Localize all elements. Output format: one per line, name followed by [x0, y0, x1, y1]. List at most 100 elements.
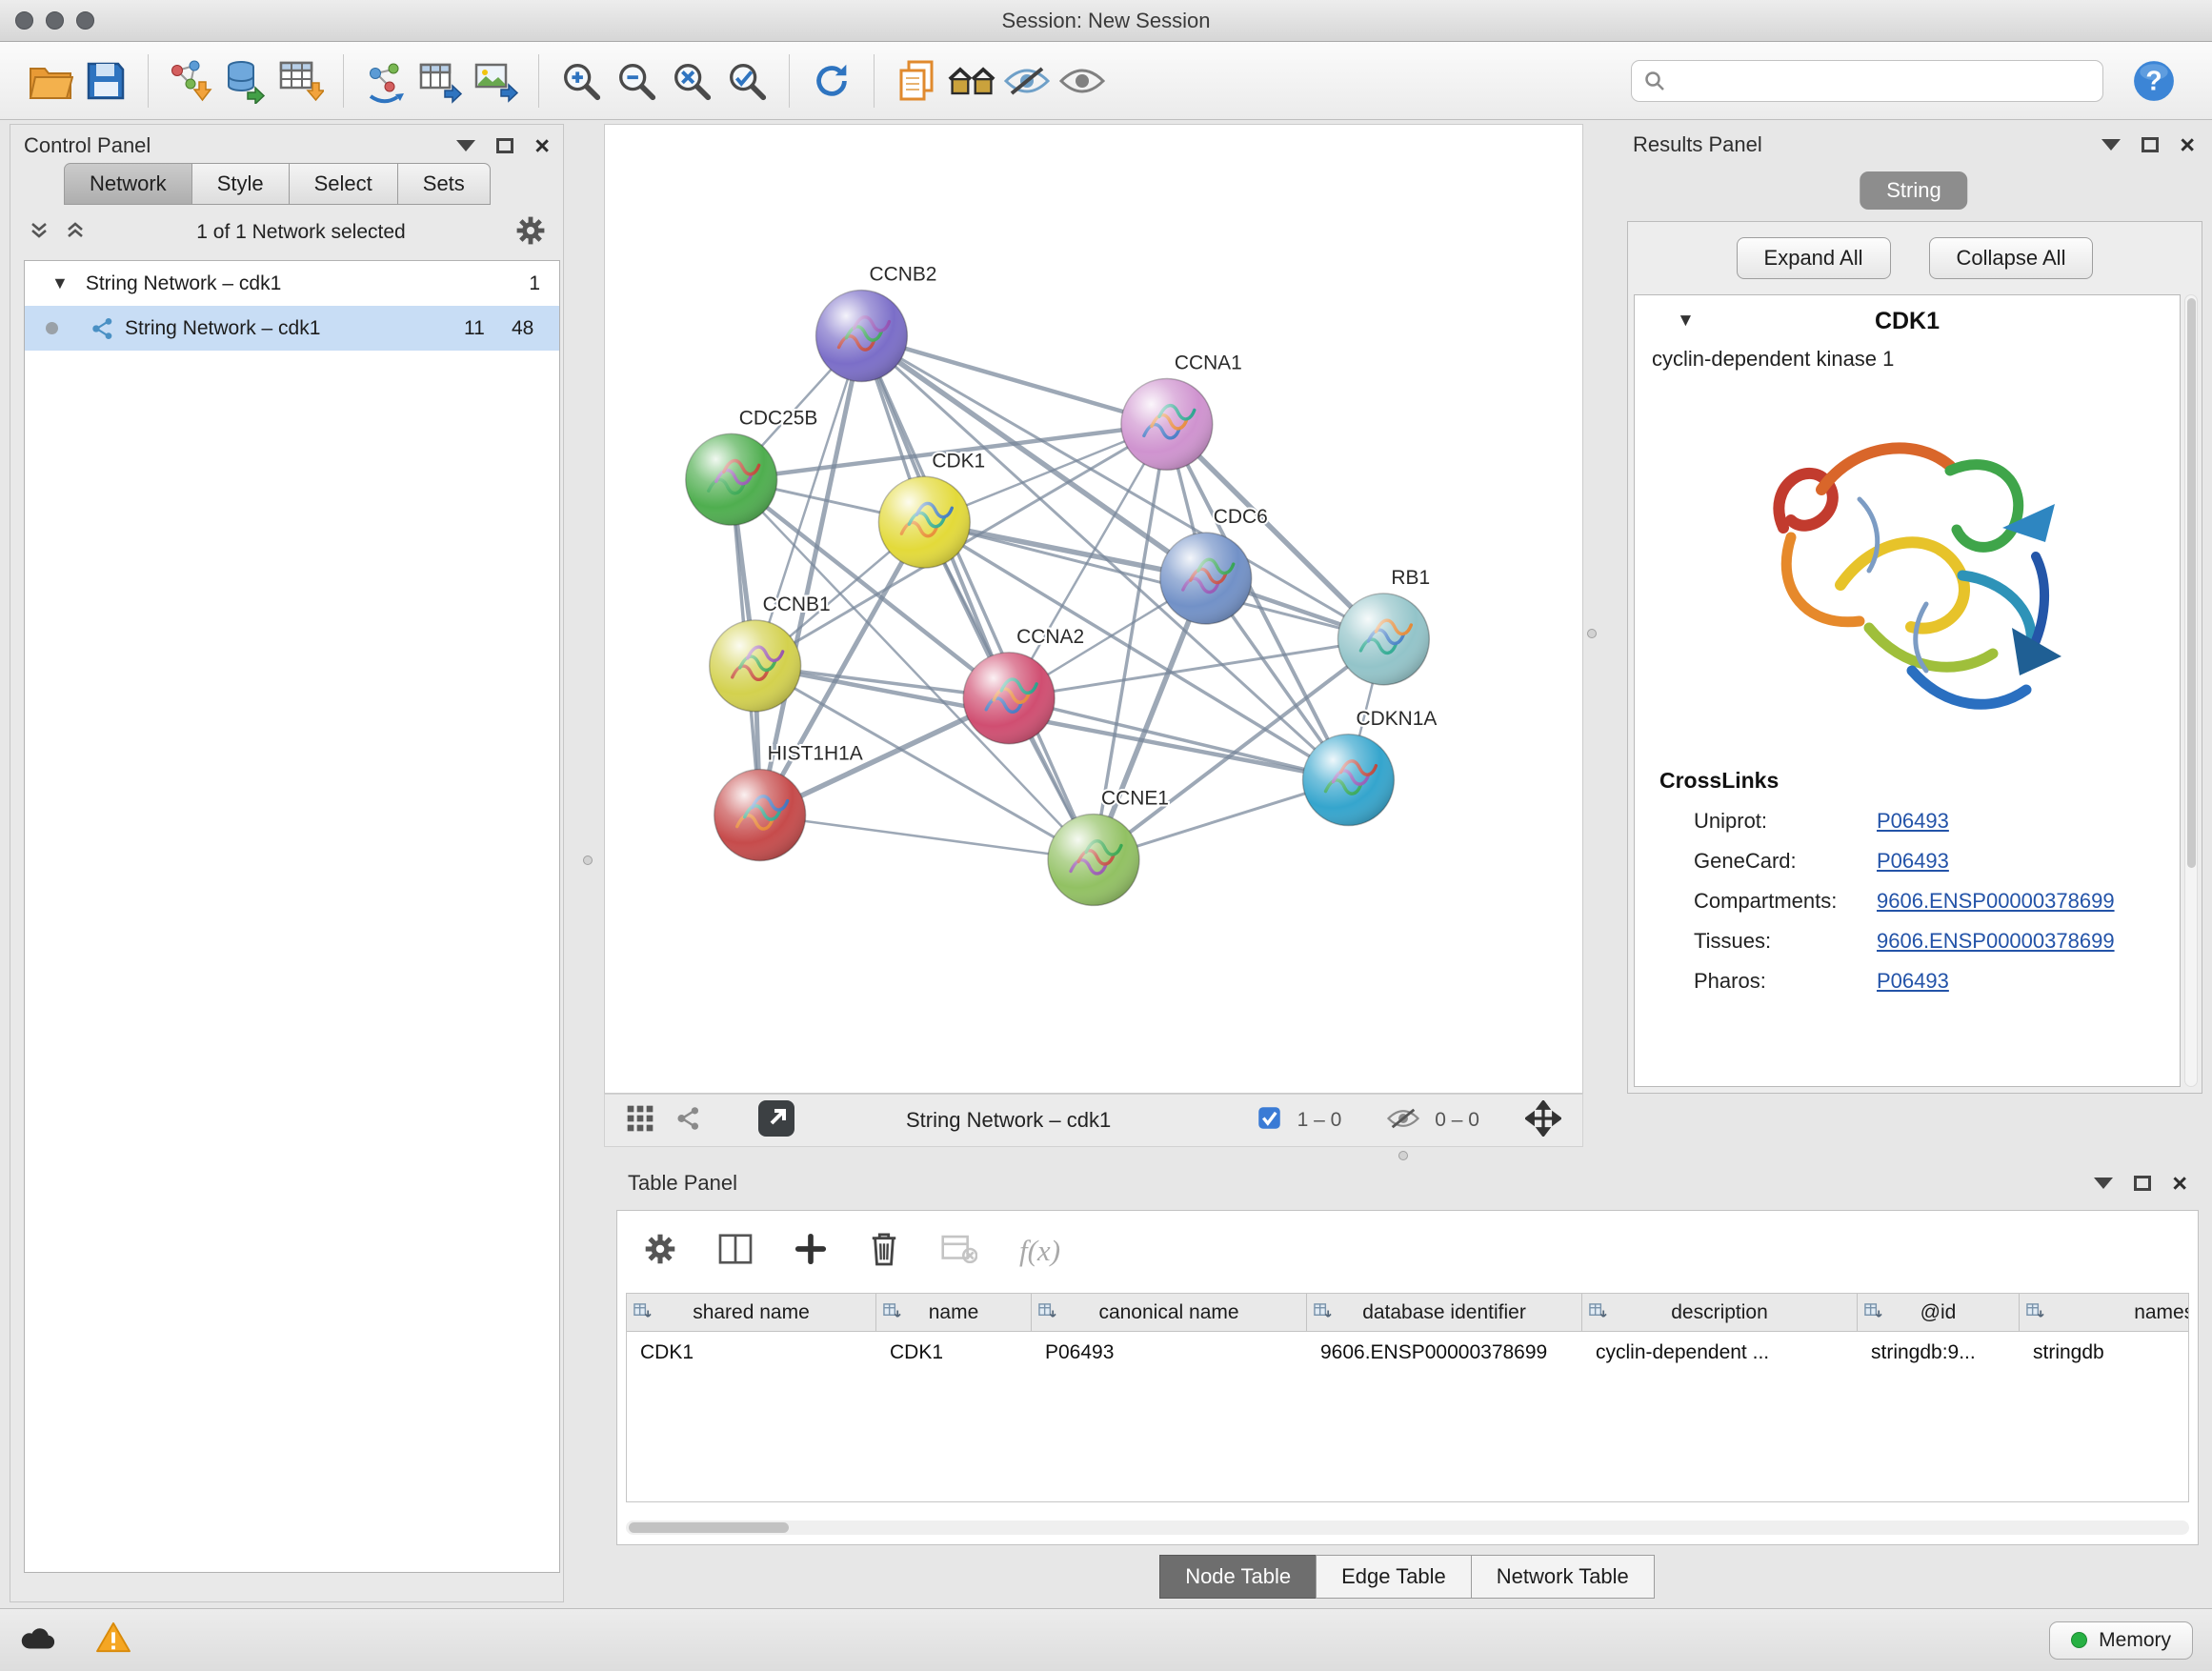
search-box[interactable] — [1631, 60, 2103, 102]
right-splitter-handle[interactable] — [1587, 629, 1597, 638]
help-button[interactable]: ? — [2126, 51, 2182, 111]
entry-collapse-icon[interactable]: ▼ — [1677, 311, 1695, 332]
table-scrollbar-thumb[interactable] — [629, 1522, 789, 1533]
panel-float-icon[interactable] — [2142, 137, 2159, 152]
import-network-file-button[interactable] — [163, 51, 218, 111]
table-cell[interactable]: cyclin-dependent ... — [1582, 1332, 1858, 1374]
node-HIST1H1A[interactable]: HIST1H1A — [714, 743, 863, 861]
node-CDKN1A[interactable]: CDKN1A — [1303, 708, 1438, 826]
table-cell[interactable]: stringdb — [2020, 1332, 2189, 1374]
hide-panels-button[interactable] — [999, 51, 1055, 111]
edge-HIST1H1A-CCNE1[interactable] — [760, 815, 1094, 860]
table-cell[interactable]: CDK1 — [876, 1332, 1032, 1374]
new-network-button[interactable] — [358, 51, 413, 111]
node-CCNB2[interactable]: CCNB2 — [816, 264, 937, 382]
zoom-selected-button[interactable] — [719, 51, 774, 111]
node-CCNA1[interactable]: CCNA1 — [1121, 352, 1242, 470]
help-icon: ? — [2132, 59, 2176, 103]
table-cell[interactable]: stringdb:9... — [1858, 1332, 2020, 1374]
panel-close-icon[interactable]: × — [2180, 132, 2195, 158]
network-canvas[interactable]: CCNB2CCNA1CDC25BCDK1CDC6RB1CCNB1CCNA2CDK… — [605, 125, 1582, 1093]
collection-collapse-icon[interactable]: ▼ — [51, 273, 69, 293]
panel-menu-icon[interactable] — [456, 140, 475, 151]
column-header-shared-name[interactable]: shared name — [627, 1294, 876, 1332]
control-tab-sets[interactable]: Sets — [397, 163, 491, 205]
export-table-button[interactable] — [413, 51, 469, 111]
crosslink-link[interactable]: 9606.ENSP00000378699 — [1877, 929, 2115, 954]
panel-close-icon[interactable]: × — [534, 133, 550, 159]
refresh-button[interactable] — [804, 51, 859, 111]
crosslink-link[interactable]: P06493 — [1877, 969, 1949, 994]
hidden-eye-slash-icon[interactable] — [1387, 1107, 1419, 1135]
network-overview-icon[interactable] — [675, 1105, 702, 1137]
crosslink-link[interactable]: P06493 — [1877, 809, 1949, 834]
expand-all-networks-icon[interactable] — [64, 219, 87, 247]
selected-checkbox-icon[interactable] — [1257, 1105, 1282, 1136]
expand-all-button[interactable]: Expand All — [1737, 237, 1891, 279]
bottom-splitter-handle[interactable] — [1398, 1151, 1408, 1160]
table-cell[interactable]: P06493 — [1032, 1332, 1307, 1374]
table-cell[interactable]: 9606.ENSP00000378699 — [1307, 1332, 1582, 1374]
column-header-database-identifier[interactable]: database identifier — [1307, 1294, 1582, 1332]
control-tab-select[interactable]: Select — [289, 163, 398, 205]
zoom-in-button[interactable] — [553, 51, 609, 111]
column-header-@id[interactable]: @id — [1858, 1294, 2020, 1332]
column-header-description[interactable]: description — [1582, 1294, 1858, 1332]
results-scrollbar-thumb[interactable] — [2187, 298, 2196, 868]
panel-close-icon[interactable]: × — [2172, 1171, 2187, 1197]
memory-button[interactable]: Memory — [2049, 1621, 2193, 1660]
node-CDC25B[interactable]: CDC25B — [686, 407, 818, 525]
open-session-button[interactable] — [23, 51, 78, 111]
control-tab-style[interactable]: Style — [191, 163, 290, 205]
detach-view-button[interactable] — [757, 1099, 795, 1142]
table-options-gear-icon[interactable] — [644, 1233, 676, 1270]
show-panels-button[interactable] — [1055, 51, 1110, 111]
node-label: CCNB2 — [869, 264, 936, 286]
string-results-tab[interactable]: String — [1860, 171, 1967, 210]
node-CCNB1[interactable]: CCNB1 — [710, 594, 831, 712]
zoom-fit-button[interactable] — [664, 51, 719, 111]
birds-eye-view-icon[interactable] — [626, 1104, 654, 1137]
panel-float-icon[interactable] — [2134, 1176, 2151, 1191]
table-tab-edge-table[interactable]: Edge Table — [1316, 1555, 1472, 1599]
panel-menu-icon[interactable] — [2101, 139, 2121, 151]
cloud-status-button[interactable] — [19, 1623, 59, 1657]
table-horizontal-scrollbar[interactable] — [626, 1520, 2189, 1535]
crosslink-link[interactable]: P06493 — [1877, 849, 1949, 874]
search-input[interactable] — [1674, 70, 2091, 92]
node-RB1[interactable]: RB1 — [1337, 567, 1430, 685]
warning-button[interactable] — [95, 1621, 131, 1659]
control-tab-network[interactable]: Network — [64, 163, 192, 205]
table-cell[interactable]: CDK1 — [627, 1332, 876, 1374]
column-header-namespace[interactable]: namespace — [2020, 1294, 2189, 1332]
panel-menu-icon[interactable] — [2094, 1178, 2113, 1189]
column-header-name[interactable]: name — [876, 1294, 1032, 1332]
gene-entry-header[interactable]: ▼ CDK1 — [1635, 295, 2180, 347]
crosslink-label: Pharos: — [1694, 969, 1877, 994]
edge-CCNB2-CCNA1[interactable] — [861, 336, 1166, 425]
network-collection-row[interactable]: ▼ String Network – cdk1 1 — [25, 261, 559, 306]
show-all-panels-button[interactable] — [944, 51, 999, 111]
network-row-selected[interactable]: String Network – cdk1 11 48 — [25, 306, 559, 351]
delete-column-icon[interactable] — [869, 1231, 899, 1272]
crosslink-link[interactable]: 9606.ENSP00000378699 — [1877, 889, 2115, 914]
zoom-out-button[interactable] — [609, 51, 664, 111]
results-scrollbar[interactable] — [2184, 294, 2198, 1087]
add-column-icon[interactable] — [794, 1233, 827, 1270]
table-tab-node-table[interactable]: Node Table — [1159, 1555, 1317, 1599]
import-network-database-button[interactable] — [218, 51, 273, 111]
import-table-file-button[interactable] — [273, 51, 329, 111]
collapse-all-button[interactable]: Collapse All — [1929, 237, 2094, 279]
export-image-button[interactable] — [469, 51, 524, 111]
collapse-all-networks-icon[interactable] — [28, 219, 50, 247]
show-columns-icon[interactable] — [718, 1234, 753, 1269]
network-options-gear-icon[interactable] — [515, 215, 546, 251]
fit-selected-move-icon[interactable] — [1525, 1100, 1561, 1141]
panel-float-icon[interactable] — [496, 138, 513, 153]
duplicate-network-button[interactable] — [889, 51, 944, 111]
table-tab-network-table[interactable]: Network Table — [1471, 1555, 1655, 1599]
left-splitter-handle[interactable] — [583, 856, 593, 865]
table-row[interactable]: CDK1CDK1P064939606.ENSP00000378699cyclin… — [627, 1332, 2188, 1374]
save-session-button[interactable] — [78, 51, 133, 111]
column-header-canonical-name[interactable]: canonical name — [1032, 1294, 1307, 1332]
